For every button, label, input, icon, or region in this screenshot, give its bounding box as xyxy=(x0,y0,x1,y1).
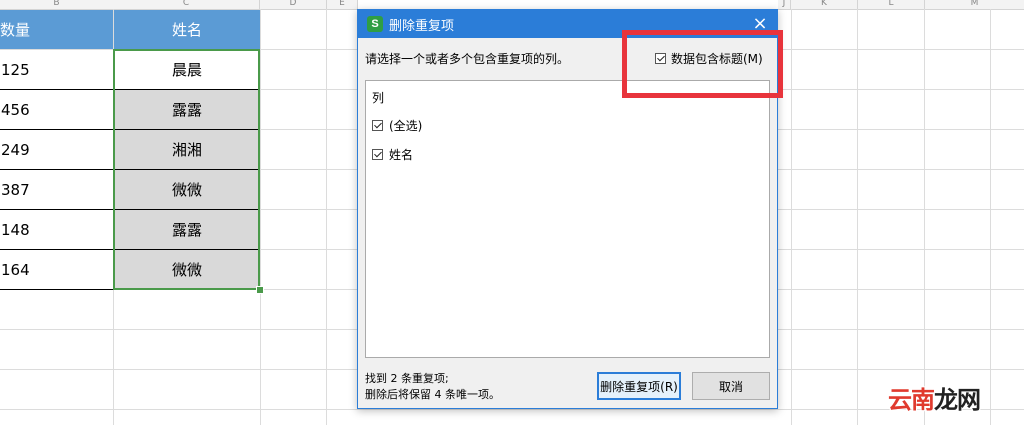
grid-line xyxy=(260,9,261,425)
select-all-label[interactable]: (全选) xyxy=(389,117,422,134)
columns-list-header: 列 xyxy=(372,91,385,105)
name-cell[interactable]: 露露 xyxy=(114,210,260,250)
column-option-name[interactable]: 姓名 xyxy=(372,146,413,163)
count-cell[interactable]: 249 xyxy=(0,130,113,170)
name-column-label[interactable]: 姓名 xyxy=(389,146,413,163)
column-header-m[interactable]: M xyxy=(925,0,1024,10)
data-has-header-label[interactable]: 数据包含标题(M) xyxy=(671,50,763,67)
column-option-select-all[interactable]: (全选) xyxy=(372,117,422,134)
name-column-checkbox[interactable] xyxy=(372,149,383,160)
fill-handle[interactable] xyxy=(256,286,264,294)
remove-duplicates-dialog[interactable]: S 删除重复项 × 请选择一个或者多个包含重复项的列。 数据包含标题(M) 列 … xyxy=(357,9,778,409)
column-header-b[interactable]: B xyxy=(0,0,114,10)
grid-line xyxy=(791,9,792,425)
column-header-k[interactable]: K xyxy=(791,0,858,10)
header-cell-count[interactable]: 数量 xyxy=(0,10,113,49)
remove-duplicates-button[interactable]: 删除重复项(R) xyxy=(597,372,681,400)
cancel-button[interactable]: 取消 xyxy=(692,372,770,400)
select-all-checkbox[interactable] xyxy=(372,120,383,131)
name-cell[interactable]: 湘湘 xyxy=(114,130,260,170)
watermark-part-2: 龙网 xyxy=(934,386,981,414)
count-cell[interactable]: 164 xyxy=(0,250,113,290)
grid-line xyxy=(857,9,858,425)
name-cell[interactable]: 晨晨 xyxy=(114,50,260,90)
name-cell[interactable]: 微微 xyxy=(114,170,260,210)
grid-line xyxy=(0,409,1024,410)
count-cell[interactable]: 456 xyxy=(0,90,113,130)
column-header-f[interactable]: J xyxy=(778,0,791,10)
column-header-d[interactable]: D xyxy=(260,0,327,10)
column-header-c[interactable]: C xyxy=(113,0,260,10)
data-has-header-checkbox[interactable] xyxy=(655,53,666,64)
name-cell[interactable]: 露露 xyxy=(114,90,260,130)
duplicates-found-text: 找到 2 条重复项; xyxy=(365,372,449,385)
grid-line xyxy=(990,9,991,425)
count-cell[interactable]: 148 xyxy=(0,210,113,250)
count-cell[interactable]: 125 xyxy=(0,50,113,90)
name-cell[interactable]: 微微 xyxy=(114,250,260,290)
dialog-titlebar[interactable]: S 删除重复项 × xyxy=(358,10,777,38)
watermark-part-1: 云南 xyxy=(888,386,935,414)
dialog-prompt: 请选择一个或者多个包含重复项的列。 xyxy=(365,52,570,66)
grid-line xyxy=(924,9,925,425)
duplicate-status: 找到 2 条重复项; 删除后将保留 4 条唯一项。 xyxy=(365,371,500,403)
data-has-header-option[interactable]: 数据包含标题(M) xyxy=(655,50,763,67)
close-icon[interactable]: × xyxy=(749,13,771,35)
wps-app-icon: S xyxy=(367,16,383,32)
column-header-e[interactable]: E xyxy=(327,0,358,10)
remaining-unique-text: 删除后将保留 4 条唯一项。 xyxy=(365,388,500,401)
grid-line xyxy=(326,9,327,425)
column-header-l[interactable]: L xyxy=(858,0,925,10)
columns-list[interactable]: 列 (全选) 姓名 xyxy=(365,80,770,358)
dialog-title: 删除重复项 xyxy=(389,18,455,34)
site-watermark: 云南龙网 xyxy=(888,380,981,415)
count-cell[interactable]: 387 xyxy=(0,170,113,210)
header-cell-name[interactable]: 姓名 xyxy=(114,10,260,49)
